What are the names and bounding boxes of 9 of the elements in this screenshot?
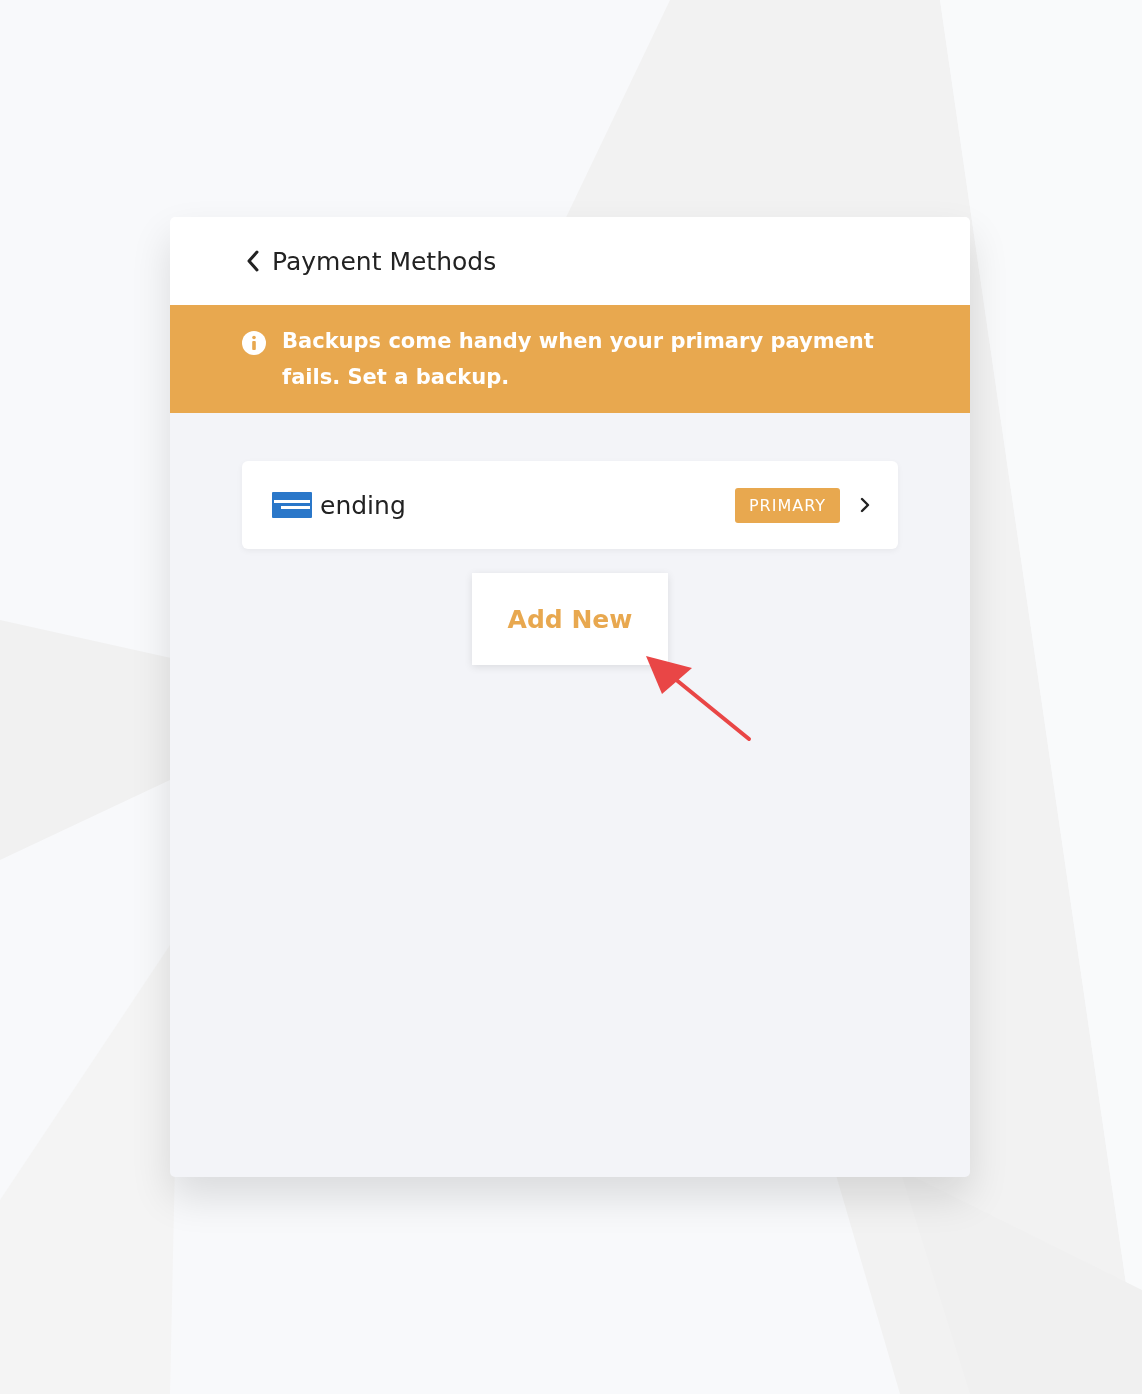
page-title: Payment Methods	[272, 246, 497, 276]
info-icon	[242, 331, 266, 355]
banner-message: Backups come handy when your primary payment fails. Set a backup.	[282, 328, 875, 391]
back-icon[interactable]	[246, 249, 260, 273]
chevron-right-icon	[860, 497, 870, 513]
payment-method-row[interactable]: ending PRIMARY	[242, 461, 898, 549]
card-logo-icon	[272, 492, 312, 518]
primary-badge: PRIMARY	[734, 487, 840, 523]
card-label: ending	[320, 490, 406, 520]
